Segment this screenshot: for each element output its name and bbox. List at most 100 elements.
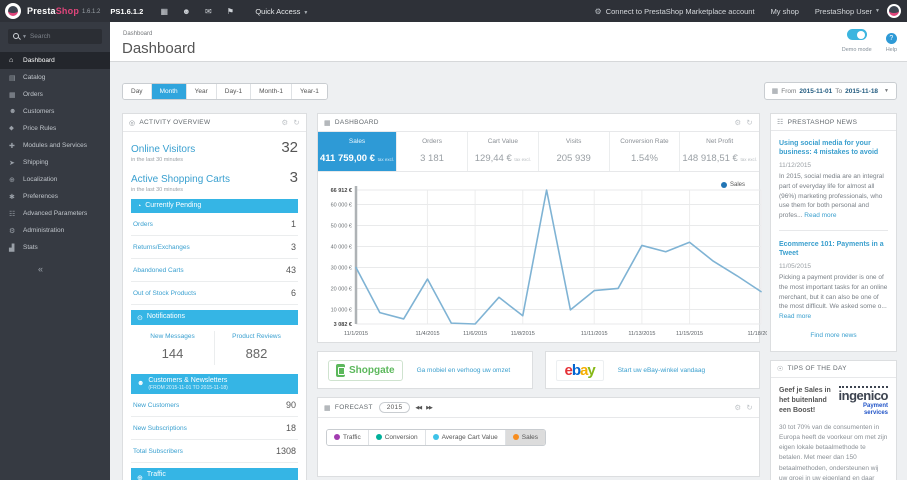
legend-conversion-button[interactable]: Conversion [368, 429, 426, 445]
sidebar-item-shipping[interactable]: ➤ Shipping [0, 154, 110, 171]
cart-icon[interactable]: ▦ [153, 7, 175, 16]
ebay-banner[interactable]: ebay Start uw eBay-winkel vandaag [544, 351, 760, 389]
sidebar-item-dashboard[interactable]: ⌂ Dashboard [0, 52, 110, 69]
svg-text:11/18/2015: 11/18/2015 [747, 331, 767, 337]
sidebar-item-preferences[interactable]: ✱ Preferences [0, 188, 110, 205]
ebay-link[interactable]: Start uw eBay-winkel vandaag [618, 367, 705, 374]
svg-text:11/1/2015: 11/1/2015 [344, 331, 368, 337]
read-more-link[interactable]: Read more [804, 212, 836, 219]
breadcrumb[interactable]: Dashboard [110, 27, 152, 37]
sidebar-item-stats[interactable]: ▟ Stats [0, 239, 110, 256]
shopgate-link[interactable]: Ga mobiel en verhoog uw omzet [417, 367, 511, 374]
refresh-icon[interactable]: ↻ [293, 118, 300, 127]
sidebar-item-advanced-parameters[interactable]: ☷ Advanced Parameters [0, 205, 110, 222]
metric-visits[interactable]: Visits 205 939 [539, 132, 610, 171]
demo-mode-toggle[interactable] [846, 29, 867, 40]
pin-icon[interactable]: ⚑ [219, 7, 241, 16]
topbar: PrestaShop 1.6.1.2 PS1.6.1.2 ▦ ☻ ✉ ⚑ Qui… [0, 0, 907, 22]
metric-cart-value[interactable]: Cart Value 129,44 € tax excl. [468, 132, 539, 171]
metric-conversion-rate[interactable]: Conversion Rate 1.54% [610, 132, 681, 171]
gear-icon[interactable]: ⚙ [281, 118, 288, 127]
marketplace-link[interactable]: ⚙ Connect to PrestaShop Marketplace accou… [595, 7, 755, 16]
active-carts-link[interactable]: Active Shopping Carts [131, 174, 230, 185]
period-button-group: Day Month Year Day-1 Month-1 Year-1 [122, 82, 328, 100]
metric-net-profit[interactable]: Net Profit 148 918,51 € tax excl. [680, 132, 759, 171]
activity-overview-panel: ◎ ACTIVITY OVERVIEW ⚙ ↻ Online Visitors 32… [122, 113, 307, 480]
bar-chart-icon: ▟ [9, 244, 15, 252]
new-subscriptions-link[interactable]: New Subscriptions [133, 425, 187, 432]
sliders-icon: ☷ [9, 210, 16, 218]
abandoned-carts-link[interactable]: Abandoned Carts [133, 267, 184, 274]
date-range-picker[interactable]: ▦ From 2015-11-01 To 2015-11-18 ▼ [763, 82, 897, 100]
ingenico-logo: ingenico Payment services [838, 385, 889, 417]
previous-year-button[interactable]: ◀◀ [415, 405, 422, 411]
metric-sales[interactable]: Sales 411 759,00 € tax excl. [318, 132, 398, 171]
pending-row: Abandoned Carts 43 [131, 259, 298, 283]
read-more-link[interactable]: Read more [779, 313, 811, 320]
sidebar-item-label: Stats [23, 244, 38, 251]
returns-link[interactable]: Returns/Exchanges [133, 244, 190, 251]
find-more-news-link[interactable]: Find more news [779, 322, 888, 347]
sidebar-item-customers[interactable]: ☻ Customers [0, 103, 110, 120]
new-messages-cell[interactable]: New Messages 144 [131, 331, 214, 365]
period-day-button[interactable]: Day [123, 83, 152, 99]
legend-label: Sales [729, 182, 745, 188]
gear-icon[interactable]: ⚙ [734, 118, 741, 127]
period-month-1-button[interactable]: Month-1 [251, 83, 292, 99]
abandoned-carts-value: 43 [285, 265, 296, 276]
my-shop-link[interactable]: My shop [771, 7, 799, 16]
panel-title: FORECAST [334, 404, 373, 411]
shopgate-logo: Shopgate [328, 359, 403, 381]
search-input[interactable] [29, 33, 97, 40]
out-of-stock-link[interactable]: Out of Stock Products [133, 290, 196, 297]
customers-icon[interactable]: ☻ [175, 7, 197, 16]
period-year-button[interactable]: Year [186, 83, 217, 99]
period-year-1-button[interactable]: Year-1 [291, 83, 327, 99]
quick-access-menu[interactable]: Quick Access ▼ [255, 7, 308, 16]
messages-icon[interactable]: ✉ [197, 7, 219, 16]
sidebar-item-modules[interactable]: ✚ Modules and Services [0, 137, 110, 154]
prestashop-logo[interactable] [5, 3, 21, 19]
prestashop-admin: PrestaShop 1.6.1.2 PS1.6.1.2 ▦ ☻ ✉ ⚑ Qui… [0, 0, 907, 480]
lightbulb-icon: ☉ [777, 365, 784, 373]
article-title[interactable]: Using social media for your business: 4 … [779, 139, 888, 157]
new-customers-link[interactable]: New Customers [133, 402, 179, 409]
sidebar-item-label: Modules and Services [23, 142, 87, 149]
pending-orders-link[interactable]: Orders [133, 221, 153, 228]
product-reviews-cell[interactable]: Product Reviews 882 [214, 330, 298, 365]
online-visitors-link[interactable]: Online Visitors [131, 144, 195, 155]
sidebar-collapse-button[interactable]: « [38, 264, 110, 274]
search-icon[interactable] [13, 33, 20, 40]
legend-traffic-button[interactable]: Traffic [327, 429, 369, 445]
sidebar-item-localization[interactable]: ⊕ Localization [0, 171, 110, 188]
article-title[interactable]: Ecommerce 101: Payments in a Tweet [779, 240, 888, 258]
next-year-button[interactable]: ▶▶ [426, 405, 433, 411]
sidebar-item-administration[interactable]: ⚙ Administration [0, 222, 110, 239]
sidebar-search: ▼ [8, 29, 102, 44]
metric-orders[interactable]: Orders 3 181 [397, 132, 468, 171]
refresh-icon[interactable]: ↻ [746, 118, 753, 127]
user-menu[interactable]: PrestaShop User ▼ [815, 7, 880, 16]
search-scope-chevron-icon[interactable]: ▼ [22, 34, 27, 40]
period-month-button[interactable]: Month [151, 83, 187, 99]
legend-average-cart-value-button[interactable]: Average Cart Value [425, 429, 506, 445]
total-subscribers-link[interactable]: Total Subscribers [133, 448, 183, 455]
online-visitors-value: 32 [281, 139, 298, 156]
gear-icon[interactable]: ⚙ [734, 403, 741, 412]
user-avatar[interactable] [887, 4, 901, 18]
person-icon: ☻ [9, 108, 17, 115]
sidebar-item-orders[interactable]: ▦ Orders [0, 86, 110, 103]
pending-row: Returns/Exchanges 3 [131, 236, 298, 260]
news-article: Ecommerce 101: Payments in a Tweet 11/05… [779, 240, 888, 322]
legend-sales-button[interactable]: Sales [505, 429, 545, 445]
refresh-icon[interactable]: ↻ [746, 403, 753, 412]
average-cart-value-dot-icon [432, 434, 439, 440]
pending-row: Orders 1 [131, 213, 298, 237]
forecast-year[interactable]: 2015 [378, 402, 411, 413]
help-icon[interactable]: ? [885, 33, 897, 44]
prestashop-news-panel: ☷ PRESTASHOP NEWS Using social media for… [770, 113, 897, 352]
shopgate-banner[interactable]: Shopgate Ga mobiel en verhoog uw omzet [317, 351, 533, 389]
period-day-1-button[interactable]: Day-1 [216, 83, 252, 99]
sidebar-item-price-rules[interactable]: ⬥ Price Rules [0, 120, 110, 137]
sidebar-item-catalog[interactable]: ▤ Catalog [0, 69, 110, 86]
